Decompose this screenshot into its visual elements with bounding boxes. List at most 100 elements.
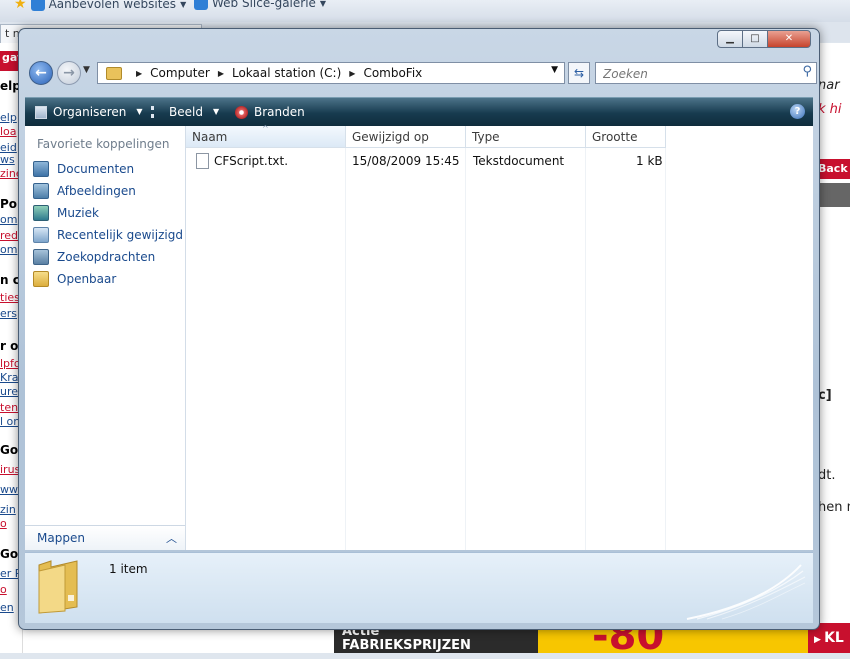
sort-ascending-icon: ^ [262, 124, 269, 133]
arrow-right-icon: → [63, 65, 75, 81]
column-header-label: Gewijzigd op [352, 130, 429, 144]
folders-label: Mappen [37, 531, 85, 545]
favorite-label: Aanbevolen websites [48, 0, 177, 11]
page-text-fragment: k hi [818, 102, 842, 117]
column-header-label: Type [472, 130, 500, 144]
disc-icon [235, 105, 248, 119]
chevron-down-icon: ▼ [180, 0, 187, 9]
page-text-fragment: Kra [0, 371, 19, 384]
file-name: CFScript.txt. [214, 154, 289, 168]
page-text-fragment: loa [0, 125, 17, 138]
column-divider [585, 148, 586, 550]
music-icon [33, 205, 49, 221]
breadcrumb-segment[interactable]: Computer [150, 66, 210, 80]
nav-link-public[interactable]: Openbaar [33, 269, 116, 289]
page-text-fragment: ties [0, 291, 20, 304]
folders-toggle[interactable]: Mappen ︿ [25, 525, 185, 550]
page-text-fragment: zin [0, 503, 16, 516]
close-icon: ✕ [784, 33, 794, 44]
nav-link-searches[interactable]: Zoekopdrachten [33, 247, 155, 267]
page-text-fragment: c] [818, 388, 832, 403]
favorites-bar-item-1[interactable]: ★ Aanbevolen websites ▼ [14, 0, 186, 12]
refresh-button[interactable]: ⇆ [568, 62, 590, 84]
nav-link-label: Recentelijk gewijzigd [57, 228, 183, 242]
decorative-swoosh [686, 564, 806, 620]
views-icon [151, 106, 163, 118]
breadcrumb-chevron-icon[interactable]: ▶ [136, 69, 142, 78]
page-text-fragment: ww [0, 483, 18, 496]
play-icon: ▶ [814, 635, 825, 645]
column-divider [345, 148, 346, 550]
views-button[interactable]: Beeld ▼ [151, 98, 219, 126]
nav-link-documents[interactable]: Documenten [33, 159, 134, 179]
page-text-fragment: elp [0, 111, 17, 124]
banner-right-text: KL [824, 630, 844, 646]
help-button[interactable]: ? [790, 104, 805, 119]
back-button-label: Back [818, 162, 848, 175]
item-count: 1 item [109, 562, 148, 576]
column-header-type[interactable]: Type [466, 126, 586, 148]
address-dropdown-icon[interactable]: ▼ [551, 65, 558, 75]
breadcrumb-segment[interactable]: Lokaal station (C:) [232, 66, 341, 80]
star-icon: ★ [14, 0, 27, 12]
page-text-fragment: dt. [818, 468, 836, 483]
page-text-fragment: o [0, 583, 7, 596]
close-button[interactable]: ✕ [767, 30, 811, 48]
navigation-bar: ← → ▼ ▶ Computer ▶ Lokaal station (C:) ▶… [25, 59, 817, 89]
breadcrumb-chevron-icon[interactable]: ▶ [218, 69, 224, 78]
documents-icon [33, 161, 49, 177]
breadcrumb-chevron-icon[interactable]: ▶ [349, 69, 355, 78]
organize-button[interactable]: Organiseren ▼ [35, 98, 143, 126]
folder-icon [38, 560, 78, 614]
page-text-fragment: om [0, 243, 18, 256]
page-text-fragment: nar [818, 78, 840, 93]
column-header-label: Grootte [592, 130, 638, 144]
recent-pages-dropdown[interactable]: ▼ [83, 65, 90, 75]
back-nav-button[interactable]: ← [29, 61, 53, 85]
page-text-fragment: om [0, 213, 18, 226]
search-box[interactable]: ⚲ [595, 62, 817, 84]
column-header-name[interactable]: ^ Naam [186, 124, 346, 148]
favorite-label: Web Slice-galerie [212, 0, 316, 10]
address-bar[interactable]: ▶ Computer ▶ Lokaal station (C:) ▶ Combo… [97, 62, 565, 84]
recent-icon [33, 227, 49, 243]
nav-link-label: Afbeeldingen [57, 184, 136, 198]
maximize-button[interactable]: □ [742, 30, 768, 48]
file-type-cell: Tekstdocument [473, 154, 565, 168]
page-gray-band [816, 183, 850, 207]
organize-icon [35, 105, 47, 119]
views-label: Beeld [169, 105, 203, 119]
column-header-label: Naam [192, 130, 228, 144]
nav-link-recent[interactable]: Recentelijk gewijzigd [33, 225, 183, 245]
page-text-fragment: ten [0, 401, 19, 414]
ie-icon [30, 0, 45, 11]
search-input[interactable] [601, 64, 795, 84]
column-header-modified[interactable]: Gewijzigd op [346, 126, 466, 148]
minimize-button[interactable]: ▁ [717, 30, 743, 48]
searches-icon [33, 249, 49, 265]
text-file-icon [196, 152, 209, 169]
page-text-fragment: Po [0, 197, 18, 211]
column-divider [465, 148, 466, 550]
nav-link-label: Openbaar [57, 272, 117, 286]
minimize-icon: ▁ [726, 33, 734, 44]
refresh-icon: ⇆ [573, 66, 585, 80]
favorites-bar-item-2[interactable]: Web Slice-galerie ▼ [194, 0, 326, 10]
breadcrumb-segment[interactable]: ComboFix [363, 66, 422, 80]
page-text-fragment: hen m [818, 500, 850, 515]
file-list: ^ Naam Gewijzigd op Type Grootte CFScrip… [186, 124, 813, 550]
browser-favorites-bar: ★ Aanbevolen websites ▼ Web Slice-galeri… [0, 0, 850, 23]
forward-nav-button[interactable]: → [57, 61, 81, 85]
page-text-fragment: n c [0, 273, 20, 287]
navigation-pane: Favoriete koppelingen Documenten Afbeeld… [25, 126, 186, 550]
window-controls: ▁ □ ✕ [717, 30, 811, 48]
table-row[interactable]: CFScript.txt. 15/08/2009 15:45 Tekstdocu… [186, 152, 666, 170]
banner-line-2: FABRIEKSPRIJZEN [342, 638, 471, 653]
nav-link-pictures[interactable]: Afbeeldingen [33, 181, 136, 201]
nav-link-music[interactable]: Muziek [33, 203, 99, 223]
burn-button[interactable]: Branden [235, 98, 305, 126]
search-icon[interactable]: ⚲ [802, 64, 812, 79]
column-header-size[interactable]: Grootte [586, 126, 666, 148]
explorer-content: Favoriete koppelingen Documenten Afbeeld… [25, 124, 813, 550]
back-button[interactable]: Back [816, 159, 850, 179]
